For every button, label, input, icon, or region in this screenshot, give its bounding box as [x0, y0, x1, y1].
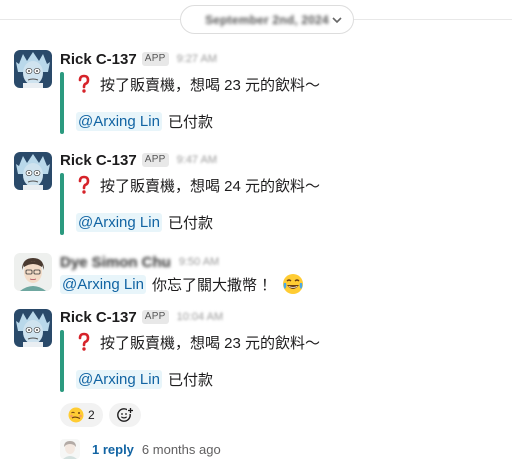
- timestamp[interactable]: 9:50 AM: [179, 256, 219, 268]
- user-mention[interactable]: @Arxing Lin: [60, 274, 146, 294]
- user-mention[interactable]: @Arxing Lin: [76, 212, 162, 232]
- message-header: Rick C-137 APP 9:27 AM: [60, 49, 217, 69]
- add-emoji-icon: [116, 407, 134, 422]
- question-mark-icon: [78, 332, 90, 351]
- joy-emoji-icon: [283, 274, 304, 294]
- user-mention[interactable]: @Arxing Lin: [76, 369, 162, 389]
- user-mention[interactable]: @Arxing Lin: [76, 111, 162, 131]
- payment-status: 已付款: [167, 214, 213, 232]
- date-label: September 2nd, 2024: [205, 12, 329, 27]
- reactions-bar: 2: [60, 403, 141, 427]
- thread-summary[interactable]: 1 reply 6 months ago: [60, 437, 221, 461]
- avatar[interactable]: [14, 50, 52, 88]
- payment-status: 已付款: [167, 371, 213, 389]
- timestamp[interactable]: 10:04 AM: [177, 311, 223, 323]
- sender-name[interactable]: Rick C-137: [60, 51, 137, 68]
- reaction-pill[interactable]: 2: [60, 403, 103, 427]
- attachment-bar: [60, 72, 64, 134]
- attachment-bar: [60, 173, 64, 235]
- sender-name[interactable]: Rick C-137: [60, 309, 137, 326]
- message-text: 你忘了關大撒幣 ！: [151, 276, 277, 294]
- sender-name[interactable]: Dye Simon Chu: [60, 254, 171, 271]
- avatar[interactable]: [14, 309, 52, 347]
- date-divider: September 2nd, 2024: [0, 0, 512, 40]
- app-badge: APP: [141, 153, 169, 167]
- app-badge: APP: [141, 52, 169, 66]
- add-reaction-button[interactable]: [108, 403, 141, 427]
- message-text: 按了販賣機，想喝 23 元的飲料～: [100, 76, 321, 94]
- question-mark-icon: [78, 175, 90, 194]
- payment-status: 已付款: [167, 113, 213, 131]
- date-jump-button[interactable]: September 2nd, 2024: [180, 5, 354, 34]
- avatar[interactable]: [14, 152, 52, 190]
- question-mark-icon: [78, 74, 90, 93]
- message-text: 按了販賣機，想喝 24 元的飲料～: [100, 177, 321, 195]
- message-header: Rick C-137 APP 9:47 AM: [60, 150, 217, 170]
- message-header: Dye Simon Chu 9:50 AM: [60, 252, 219, 272]
- message-text: 按了販賣機，想喝 23 元的飲料～: [100, 334, 321, 352]
- reply-count-link[interactable]: 1 reply: [92, 442, 134, 457]
- timestamp[interactable]: 9:47 AM: [177, 154, 217, 166]
- attachment: 按了販賣機，想喝 23 元的飲料～ @Arxing Lin 已付款: [60, 72, 320, 134]
- sender-name[interactable]: Rick C-137: [60, 152, 137, 169]
- last-reply-time: 6 months ago: [141, 441, 221, 457]
- chevron-down-icon: [332, 17, 342, 24]
- reaction-count: 2: [88, 408, 95, 422]
- attachment: 按了販賣機，想喝 24 元的飲料～ @Arxing Lin 已付款: [60, 173, 320, 235]
- attachment-bar: [60, 330, 64, 392]
- message-body: @Arxing Lin 你忘了關大撒幣 ！: [60, 272, 304, 296]
- message-header: Rick C-137 APP 10:04 AM: [60, 307, 223, 327]
- attachment: 按了販賣機，想喝 23 元的飲料～ @Arxing Lin 已付款: [60, 330, 320, 392]
- timestamp[interactable]: 9:27 AM: [177, 53, 217, 65]
- avatar[interactable]: [14, 253, 52, 291]
- app-badge: APP: [141, 310, 169, 324]
- woozy-face-emoji-icon: [68, 407, 84, 423]
- reply-avatar: [60, 439, 80, 459]
